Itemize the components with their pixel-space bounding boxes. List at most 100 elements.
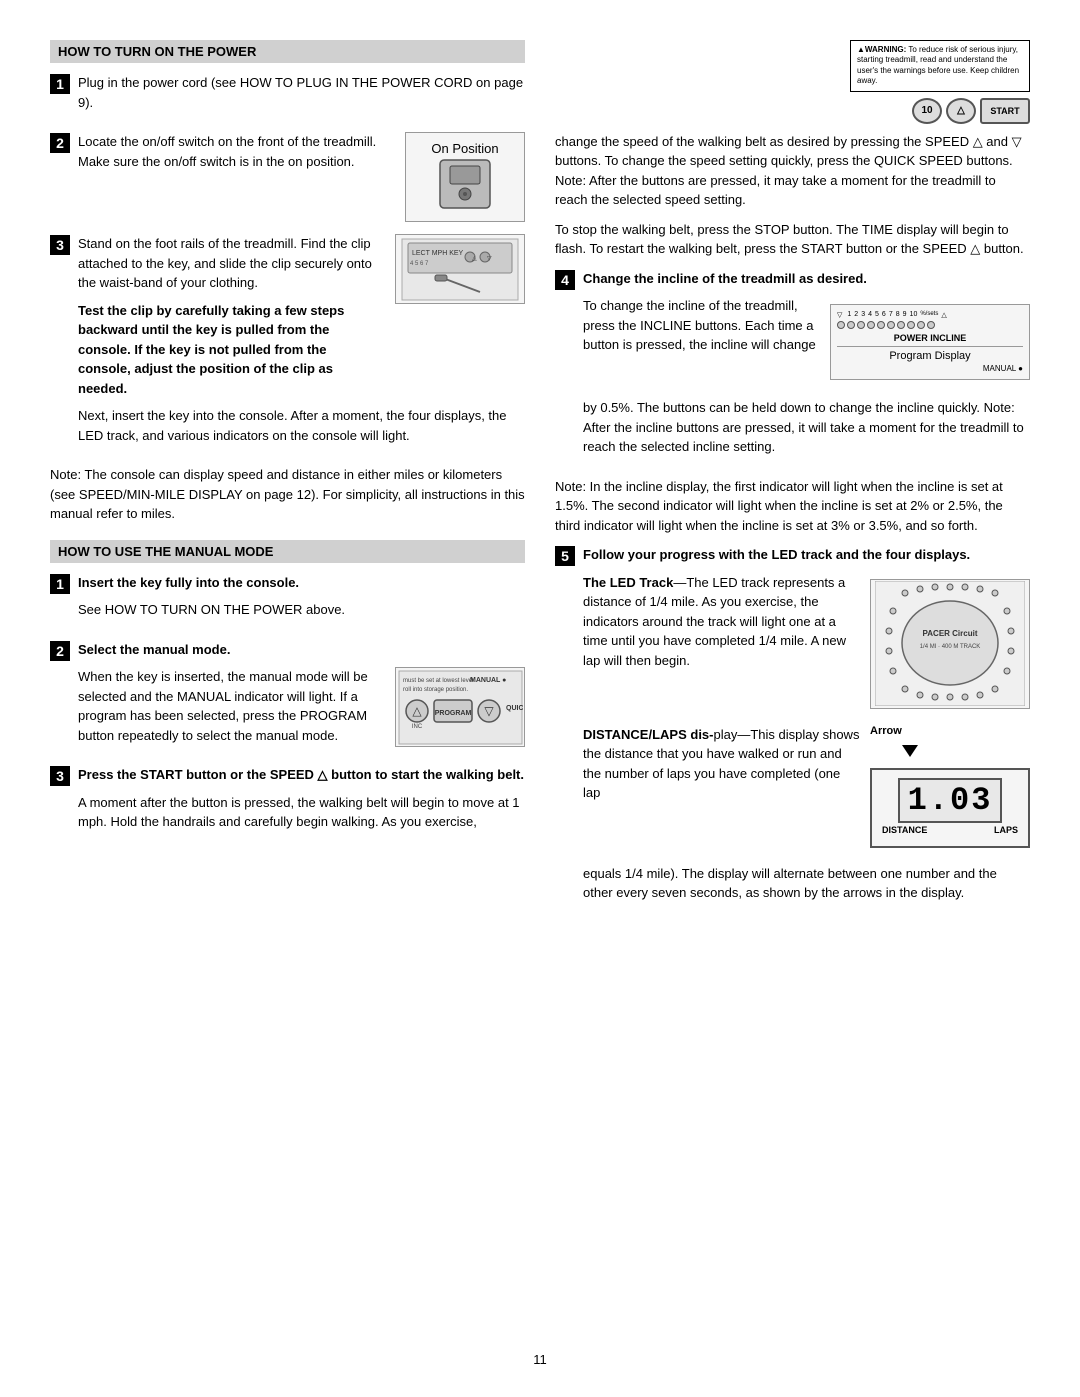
- svg-text:must be set at lowest level: must be set at lowest level: [403, 678, 473, 684]
- manual-step2-block: 2 Select the manual mode. When the key i…: [50, 640, 525, 754]
- distance-display-area: Arrow 1.03 DISTANCE LAPS: [870, 725, 1030, 854]
- program-display-label: Program Display: [837, 346, 1023, 362]
- step3-bold-text: Test the clip by carefully taking a few …: [78, 303, 344, 396]
- right-col-intro-text: change the speed of the walking belt as …: [555, 132, 1030, 210]
- manual-indicator: MANUAL ●: [837, 364, 1023, 373]
- step5-bold: Follow your progress with the LED track …: [583, 547, 970, 562]
- svg-text:4 5 6 7: 4 5 6 7: [410, 261, 429, 267]
- section1-title: HOW TO TURN ON THE POWER: [58, 44, 256, 59]
- manual-mode-svg: must be set at lowest level roll into st…: [398, 670, 523, 745]
- manual-step3-text: A moment after the button is pressed, th…: [78, 793, 525, 832]
- speed-btn-up: △: [946, 98, 976, 124]
- distance-section: DISTANCE/LAPS dis-play—This display show…: [583, 725, 1030, 854]
- step2-block: 2 Locate the on/off switch on the front …: [50, 132, 525, 222]
- step5-number: 5: [555, 546, 575, 566]
- laps-label: LAPS: [994, 825, 1018, 835]
- manual-step3-content: Press the START button or the SPEED △ bu…: [78, 765, 525, 840]
- svg-text:MANUAL ●: MANUAL ●: [470, 677, 506, 684]
- led-text: The LED Track—The LED track represents a…: [583, 573, 860, 679]
- manual-mode-diagram: must be set at lowest level roll into st…: [395, 667, 525, 747]
- warning-speed-area: ▲WARNING: To reduce risk of serious inju…: [555, 40, 1030, 126]
- step3-content: Stand on the foot rails of the treadmill…: [78, 234, 525, 453]
- step2-content: Locate the on/off switch on the front of…: [78, 132, 525, 222]
- power-incline-label: POWER INCLINE: [837, 333, 1023, 343]
- step1-block: 1 Plug in the power cord (see HOW TO PLU…: [50, 73, 525, 120]
- step4-text2: by 0.5%. The buttons can be held down to…: [583, 398, 1030, 457]
- step4-text-area: To change the incline of the treadmill, …: [583, 296, 818, 363]
- step1-number: 1: [50, 74, 70, 94]
- manual-step2-content: Select the manual mode. When the key is …: [78, 640, 525, 754]
- start-btn: START: [980, 98, 1030, 124]
- distance-display-box: 1.03 DISTANCE LAPS: [870, 768, 1030, 848]
- svg-text:PACER Circuit: PACER Circuit: [923, 629, 978, 638]
- speed-buttons-row: 10 △ START: [912, 98, 1030, 124]
- manual-step1-block: 1 Insert the key fully into the console.…: [50, 573, 525, 628]
- svg-text:roll into storage position.: roll into storage position.: [403, 687, 468, 693]
- distance-text: DISTANCE/LAPS dis-play—This display show…: [583, 725, 860, 811]
- section2-header: HOW TO USE THE MANUAL MODE: [50, 540, 525, 563]
- pacer-circuit-diagram: PACER Circuit 1/4 MI · 400 M TRACK: [870, 579, 1030, 709]
- svg-text:LECT MPH KEY: LECT MPH KEY: [412, 250, 464, 257]
- key-clip-svg: LECT MPH KEY △ ▽ 4 5 6 7: [400, 237, 520, 302]
- step3-block: 3 Stand on the foot rails of the treadmi…: [50, 234, 525, 453]
- incline-numbers: ▽ 1 2 3 4 5 6 7 8 9 10 %: [837, 311, 1023, 319]
- stop-text: To stop the walking belt, press the STOP…: [555, 220, 1030, 259]
- distance-label: DISTANCE: [882, 825, 927, 835]
- manual-step3-number: 3: [50, 766, 70, 786]
- svg-text:▽: ▽: [484, 704, 494, 718]
- step3-number: 3: [50, 235, 70, 255]
- distance-heading: DISTANCE/LAPS dis-: [583, 727, 714, 742]
- step3-text-before: Stand on the foot rails of the treadmill…: [78, 234, 377, 293]
- arrow-down-svg: [900, 739, 920, 759]
- manual-step2-bold: Select the manual mode.: [78, 642, 230, 657]
- arrow-down-indicator: [900, 739, 1030, 762]
- step4-text: To change the incline of the treadmill, …: [583, 296, 818, 355]
- distance-number: 1.03: [898, 778, 1003, 823]
- manual-step3-block: 3 Press the START button or the SPEED △ …: [50, 765, 525, 840]
- step5-block: 5 Follow your progress with the LED trac…: [555, 545, 1030, 911]
- svg-text:QUICK: QUICK: [506, 705, 523, 712]
- pacer-circuit-svg: PACER Circuit 1/4 MI · 400 M TRACK: [875, 581, 1025, 706]
- manual-step2-number: 2: [50, 641, 70, 661]
- distance-labels: DISTANCE LAPS: [872, 823, 1028, 837]
- svg-text:1/4 MI · 400 M TRACK: 1/4 MI · 400 M TRACK: [920, 644, 981, 650]
- section1-header: HOW TO TURN ON THE POWER: [50, 40, 525, 63]
- step4-bold: Change the incline of the treadmill as d…: [583, 271, 867, 286]
- section2-title: HOW TO USE THE MANUAL MODE: [58, 544, 273, 559]
- manual-step3-bold: Press the START button or the SPEED △ bu…: [78, 767, 524, 782]
- incline-note: Note: In the incline display, the first …: [555, 477, 1030, 536]
- key-diagram: LECT MPH KEY △ ▽ 4 5 6 7: [395, 234, 525, 304]
- step2-number: 2: [50, 133, 70, 153]
- step1-text: Plug in the power cord (see HOW TO PLUG …: [78, 73, 525, 112]
- svg-text:INC: INC: [411, 724, 422, 730]
- switch-diagram-svg: [435, 158, 495, 213]
- arrow-label-text: Arrow: [870, 725, 1030, 737]
- manual-step1-text: See HOW TO TURN ON THE POWER above.: [78, 600, 525, 620]
- incline-dots: [837, 321, 1023, 329]
- step3-text-after: Next, insert the key into the console. A…: [78, 406, 525, 445]
- step5-content: Follow your progress with the LED track …: [583, 545, 1030, 911]
- on-position-diagram: On Position: [405, 132, 525, 222]
- step4-block: 4 Change the incline of the treadmill as…: [555, 269, 1030, 465]
- svg-text:△: △: [472, 256, 477, 262]
- on-position-label: On Position: [431, 141, 498, 158]
- led-track-heading: The LED Track: [583, 575, 673, 590]
- manual-step1-content: Insert the key fully into the console. S…: [78, 573, 525, 628]
- step4-content: Change the incline of the treadmill as d…: [583, 269, 1030, 465]
- manual-step1-bold: Insert the key fully into the console.: [78, 575, 299, 590]
- led-section: The LED Track—The LED track represents a…: [583, 573, 1030, 715]
- distance-continued: equals 1/4 mile). The display will alter…: [583, 864, 1030, 903]
- svg-text:△: △: [412, 704, 422, 718]
- manual-step1-number: 1: [50, 574, 70, 594]
- section1-note: Note: The console can display speed and …: [50, 465, 525, 524]
- warning-box: ▲WARNING: To reduce risk of serious inju…: [850, 40, 1030, 92]
- right-column: ▲WARNING: To reduce risk of serious inju…: [555, 40, 1030, 1357]
- program-display-diagram: ▽ 1 2 3 4 5 6 7 8 9 10 %: [830, 296, 1030, 388]
- svg-text:▽: ▽: [487, 256, 492, 262]
- speed-btn-10: 10: [912, 98, 942, 124]
- page-number: 11: [533, 1352, 547, 1367]
- left-column: HOW TO TURN ON THE POWER 1 Plug in the p…: [50, 40, 525, 1357]
- step2-text: Locate the on/off switch on the front of…: [78, 132, 387, 171]
- manual-step2-text: When the key is inserted, the manual mod…: [78, 667, 377, 745]
- svg-text:PROGRAM: PROGRAM: [434, 710, 471, 717]
